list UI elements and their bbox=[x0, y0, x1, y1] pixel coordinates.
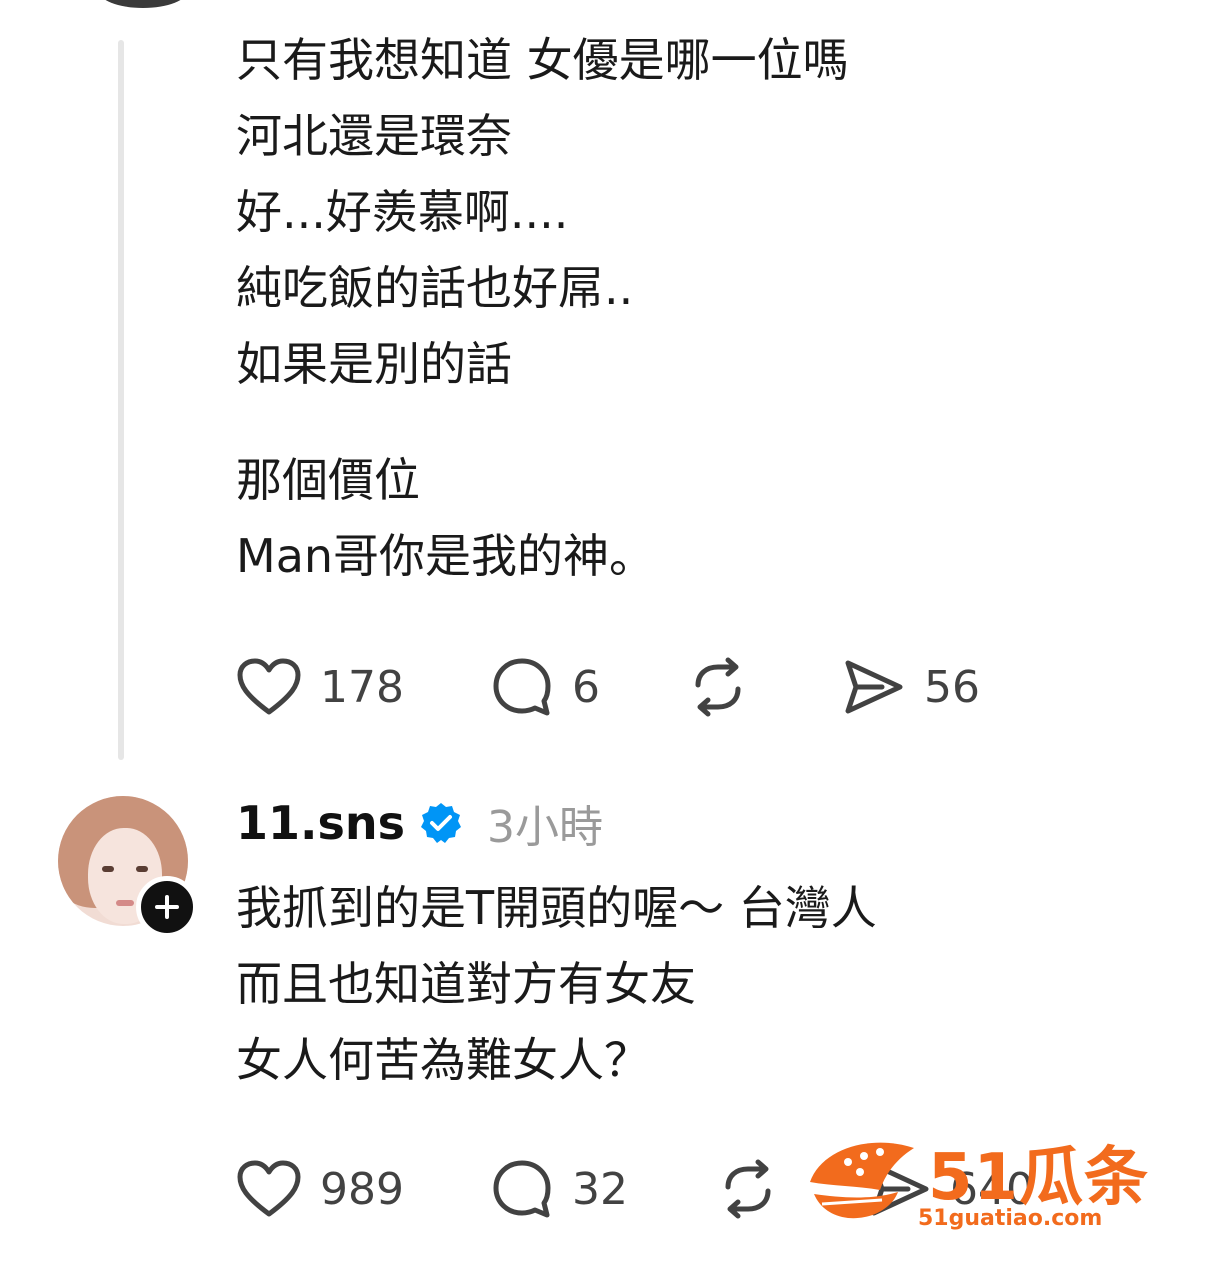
post-text-line: 純吃飯的話也好屌.. bbox=[236, 261, 634, 315]
heart-icon bbox=[237, 1160, 301, 1217]
reply-count: 32 bbox=[572, 1163, 628, 1215]
reply-button[interactable]: 32 bbox=[490, 1154, 628, 1224]
thread-line bbox=[118, 40, 124, 760]
verified-badge-icon bbox=[421, 803, 461, 843]
follow-button[interactable] bbox=[136, 876, 198, 938]
post-text: 只有我想知道 女優是哪一位嗎 河北還是環奈 好...好羨慕啊.... 純吃飯的話… bbox=[236, 22, 1136, 594]
like-count: 178 bbox=[320, 661, 404, 713]
watermark-url: 51guatiao.com bbox=[918, 1206, 1103, 1231]
comment-icon bbox=[493, 1160, 551, 1218]
reply-count: 6 bbox=[572, 661, 600, 713]
repost-icon bbox=[725, 1159, 771, 1219]
watermark-brand: 51瓜条 bbox=[928, 1141, 1150, 1215]
post-text-line: 而且也知道對方有女友 bbox=[236, 957, 696, 1011]
post-actions: 178 6 56 bbox=[236, 652, 1036, 722]
share-button[interactable]: 56 bbox=[842, 652, 980, 722]
share-icon bbox=[845, 660, 903, 714]
watermark: 51瓜条 51guatiao.com bbox=[802, 1122, 1202, 1234]
timestamp: 3小時 bbox=[487, 802, 603, 853]
post-text-line: 好...好羨慕啊.... bbox=[236, 185, 569, 239]
repost-button[interactable] bbox=[686, 652, 750, 722]
like-button[interactable]: 178 bbox=[236, 652, 404, 722]
plus-icon bbox=[155, 895, 179, 919]
heart-icon bbox=[237, 658, 301, 715]
post-text-line: 我抓到的是T開頭的喔～ 台灣人 bbox=[236, 881, 877, 935]
post-text-line: 那個價位 bbox=[236, 453, 420, 507]
comment-icon bbox=[493, 658, 551, 716]
like-count: 989 bbox=[320, 1163, 404, 1215]
post-text: 我抓到的是T開頭的喔～ 台灣人 而且也知道對方有女友 女人何苦為難女人？ bbox=[236, 870, 1136, 1098]
post-text-line: Man哥你是我的神。 bbox=[236, 529, 656, 583]
post-text-line: 只有我想知道 女優是哪一位嗎 bbox=[236, 33, 849, 87]
previous-avatar[interactable] bbox=[98, 0, 188, 8]
post-text-line: 河北還是環奈 bbox=[236, 109, 512, 163]
post-text-line: 女人何苦為難女人？ bbox=[236, 1033, 650, 1087]
username[interactable]: 11.sns bbox=[236, 796, 405, 850]
repost-icon bbox=[695, 657, 741, 717]
like-button[interactable]: 989 bbox=[236, 1154, 404, 1224]
share-count: 56 bbox=[924, 661, 980, 713]
watermelon-logo-icon bbox=[810, 1142, 914, 1219]
post-text-line: 如果是別的話 bbox=[236, 337, 512, 391]
post-header: 11.sns 3小時 bbox=[236, 790, 603, 856]
repost-button[interactable] bbox=[716, 1154, 780, 1224]
reply-button[interactable]: 6 bbox=[490, 652, 600, 722]
